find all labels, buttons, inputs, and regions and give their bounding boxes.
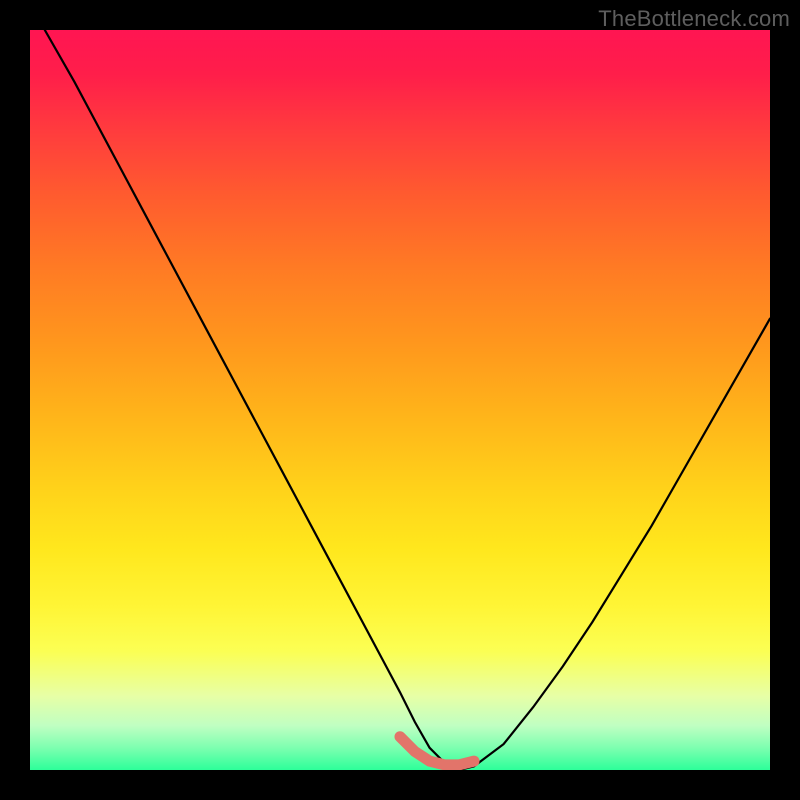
plot-area bbox=[30, 30, 770, 770]
chart-frame: TheBottleneck.com bbox=[0, 0, 800, 800]
watermark-text: TheBottleneck.com bbox=[598, 6, 790, 32]
fit-segment bbox=[400, 737, 474, 765]
bottleneck-curve bbox=[45, 30, 770, 770]
curve-layer bbox=[30, 30, 770, 770]
